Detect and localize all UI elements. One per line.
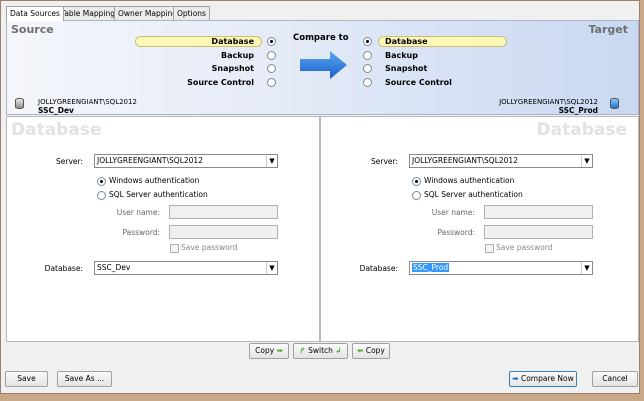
save-as-button[interactable]: Save As ...: [57, 371, 112, 387]
target-sql-auth-radio[interactable]: [412, 191, 421, 200]
target-username-label: User name:: [431, 208, 475, 217]
tab-options[interactable]: Options: [173, 6, 210, 20]
source-save-password-label: Save password: [181, 243, 238, 252]
target-watermark: Database: [536, 120, 627, 140]
target-save-password-label: Save password: [496, 243, 553, 252]
source-option-database[interactable]: Database: [211, 36, 254, 47]
compare-to-label: Compare to: [293, 33, 349, 43]
target-control-radio[interactable]: [363, 78, 372, 87]
chevron-down-icon[interactable]: ▼: [266, 262, 277, 274]
target-sql-auth-label[interactable]: SQL Server authentication: [424, 190, 523, 200]
source-option-backup[interactable]: Backup: [221, 50, 254, 61]
compare-now-label: Compare Now: [520, 374, 574, 383]
source-watermark: Database: [11, 120, 102, 140]
source-database-icon: [15, 98, 24, 109]
source-username-input[interactable]: [169, 205, 278, 219]
target-server-value: JOLLYGREENGIANT\SQL2012: [412, 156, 518, 165]
source-database-name: SSC_Dev: [38, 106, 74, 115]
arrow-right-icon: ➡: [512, 374, 519, 383]
source-option-snapshot[interactable]: Snapshot: [212, 63, 254, 74]
target-option-snapshot[interactable]: Snapshot: [385, 63, 427, 74]
tab-data-sources[interactable]: Data Sources: [6, 6, 64, 21]
arrow-left-icon: ⬅: [357, 346, 364, 355]
target-password-input[interactable]: [484, 225, 593, 239]
switch-button[interactable]: ↱ Switch ↲: [293, 343, 348, 359]
source-windows-auth-label[interactable]: Windows authentication: [109, 176, 199, 186]
project-configuration-window: Data Sources Table Mapping Owner Mapping…: [0, 0, 640, 394]
target-database-select[interactable]: SSC_Prod ▼: [409, 261, 593, 275]
source-database-select[interactable]: SSC_Dev ▼: [94, 261, 278, 275]
compare-arrow-icon: [300, 51, 347, 79]
chevron-down-icon[interactable]: ▼: [581, 155, 592, 167]
source-server-label: Server:: [56, 157, 83, 166]
source-backup-radio[interactable]: [267, 51, 276, 60]
target-server-select[interactable]: JOLLYGREENGIANT\SQL2012 ▼: [409, 154, 593, 168]
target-windows-auth-radio[interactable]: [412, 177, 421, 186]
switch-icon: ↲: [335, 346, 342, 355]
switch-label: Switch: [308, 346, 333, 355]
source-password-label: Password:: [122, 228, 160, 237]
target-server-label: Server:: [371, 157, 398, 166]
target-password-label: Password:: [437, 228, 475, 237]
target-save-password-checkbox[interactable]: [485, 244, 494, 253]
target-backup-radio[interactable]: [363, 51, 372, 60]
target-database-label: Database:: [359, 264, 398, 273]
source-title: Source: [11, 23, 54, 36]
source-database-value: SSC_Dev: [97, 263, 131, 272]
source-windows-auth-radio[interactable]: [97, 177, 106, 186]
cancel-button[interactable]: Cancel: [592, 371, 638, 387]
source-password-input[interactable]: [169, 225, 278, 239]
target-database-radio[interactable]: [363, 37, 372, 46]
source-save-password-checkbox[interactable]: [170, 244, 179, 253]
source-snapshot-radio[interactable]: [267, 64, 276, 73]
target-snapshot-radio[interactable]: [363, 64, 372, 73]
source-option-source-control[interactable]: Source Control: [187, 77, 254, 88]
target-database-name: SSC_Prod: [558, 106, 598, 115]
switch-icon: ↱: [299, 346, 306, 355]
target-title: Target: [588, 23, 628, 36]
source-target-header: Source Target Database Backup Snapshot S…: [6, 20, 639, 115]
copy-right-label: Copy: [255, 346, 275, 355]
arrow-right-icon: ➡: [276, 346, 283, 355]
tab-owner-mapping[interactable]: Owner Mapping: [114, 6, 182, 20]
target-database-value: SSC_Prod: [412, 263, 450, 272]
source-server-value: JOLLYGREENGIANT\SQL2012: [97, 156, 203, 165]
source-control-radio[interactable]: [267, 78, 276, 87]
target-option-database[interactable]: Database: [385, 36, 428, 47]
source-database-radio[interactable]: [267, 37, 276, 46]
source-username-label: User name:: [116, 208, 160, 217]
copy-to-source-button[interactable]: ⬅ Copy: [352, 343, 390, 359]
source-sql-auth-radio[interactable]: [97, 191, 106, 200]
chevron-down-icon[interactable]: ▼: [581, 262, 592, 274]
source-server-select[interactable]: JOLLYGREENGIANT\SQL2012 ▼: [94, 154, 278, 168]
source-database-label: Database:: [44, 264, 83, 273]
chevron-down-icon[interactable]: ▼: [266, 155, 277, 167]
target-username-input[interactable]: [484, 205, 593, 219]
target-option-source-control[interactable]: Source Control: [385, 77, 452, 88]
compare-now-button[interactable]: ➡ Compare Now: [509, 371, 577, 387]
tab-table-mapping[interactable]: Table Mapping: [57, 6, 119, 20]
target-option-backup[interactable]: Backup: [385, 50, 418, 61]
copy-left-label: Copy: [365, 346, 385, 355]
target-windows-auth-label[interactable]: Windows authentication: [424, 176, 514, 186]
save-button[interactable]: Save: [5, 371, 48, 387]
copy-to-target-button[interactable]: Copy ➡: [249, 343, 289, 359]
source-sql-auth-label[interactable]: SQL Server authentication: [109, 190, 208, 200]
target-database-icon: [610, 98, 619, 109]
